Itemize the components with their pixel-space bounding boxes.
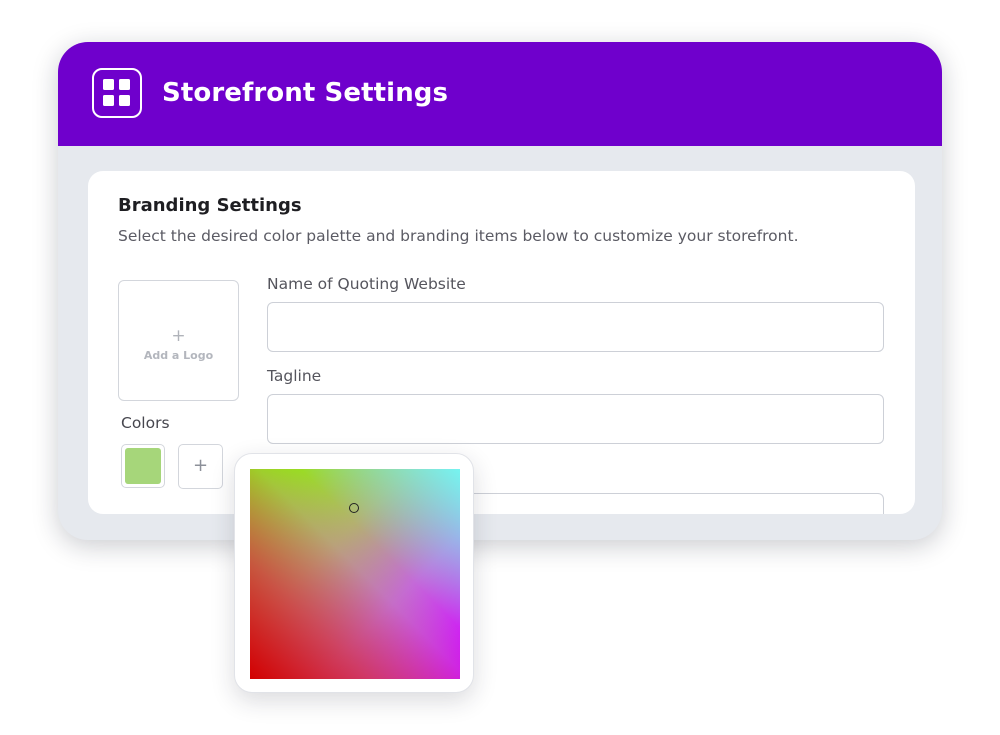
color-picker-popover: [234, 453, 474, 693]
settings-window: Storefront Settings Branding Settings Se…: [58, 42, 942, 540]
color-picker-handle[interactable]: [349, 503, 359, 513]
spectrum-overlay: [250, 469, 460, 679]
tagline-label: Tagline: [267, 367, 322, 385]
grid-icon-tile: [103, 95, 114, 106]
page: Storefront Settings Branding Settings Se…: [0, 0, 1000, 735]
grid-icon-tile: [119, 95, 130, 106]
add-color-button[interactable]: +: [178, 444, 223, 489]
header-bar: Storefront Settings: [58, 42, 942, 146]
color-spectrum[interactable]: [250, 469, 460, 679]
website-name-label: Name of Quoting Website: [267, 275, 466, 293]
plus-icon: +: [171, 326, 186, 346]
grid-icon: [92, 68, 142, 118]
grid-icon-tile: [103, 79, 114, 90]
add-logo-label: Add a Logo: [143, 349, 214, 362]
tagline-input[interactable]: [267, 394, 884, 444]
add-logo-button[interactable]: + Add a Logo: [118, 280, 239, 401]
color-swatch[interactable]: [121, 444, 165, 488]
colors-label: Colors: [121, 414, 170, 432]
color-swatch-fill: [125, 448, 161, 484]
section-title: Branding Settings: [118, 195, 302, 216]
website-name-input[interactable]: [267, 302, 884, 352]
page-title: Storefront Settings: [162, 78, 449, 108]
grid-icon-tile: [119, 79, 130, 90]
branding-settings-card: Branding Settings Select the desired col…: [88, 171, 915, 514]
section-description: Select the desired color palette and bra…: [118, 227, 799, 245]
